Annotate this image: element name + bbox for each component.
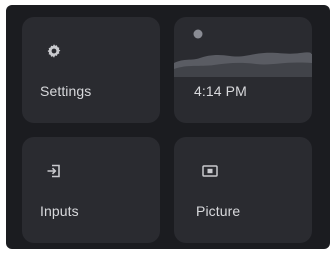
quick-settings-panel: Settings 4:14 PM Inputs Picture xyxy=(6,5,330,249)
gear-icon xyxy=(44,41,64,61)
picture-label: Picture xyxy=(196,203,241,219)
settings-tile[interactable]: Settings xyxy=(22,17,160,123)
picture-tile[interactable]: Picture xyxy=(174,137,312,243)
clock-tile[interactable]: 4:14 PM xyxy=(174,17,312,123)
night-landscape-illustration xyxy=(174,29,312,77)
moon-icon xyxy=(193,29,203,39)
settings-label: Settings xyxy=(40,83,92,99)
inputs-tile[interactable]: Inputs xyxy=(22,137,160,243)
inputs-label: Inputs xyxy=(40,203,79,219)
picture-icon xyxy=(200,161,220,181)
input-icon xyxy=(44,161,64,181)
clock-time: 4:14 PM xyxy=(194,83,247,99)
